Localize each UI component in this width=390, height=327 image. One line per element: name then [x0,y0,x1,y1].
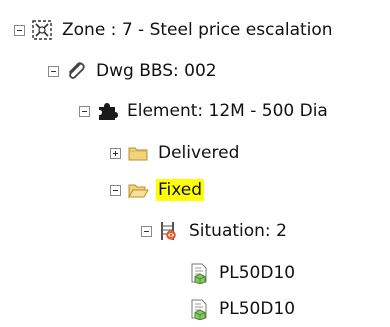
tree-node-fixed[interactable]: Fixed [110,175,205,205]
puzzle-icon [96,100,118,122]
tree-node-label: Dwg BBS: 002 [96,61,217,81]
tree-node-situation[interactable]: Situation: 2 [141,216,289,246]
tree-node-drawing[interactable]: Dwg BBS: 002 [48,56,219,86]
bar-item-icon [188,262,210,284]
collapse-toggle[interactable] [79,105,90,117]
tree-node-item[interactable]: PL50D10 [188,294,297,324]
bar-item-icon [188,298,210,320]
tree-node-label: Delivered [158,143,240,163]
collapse-toggle[interactable] [110,184,121,196]
folder-open-icon [127,179,149,201]
collapse-toggle[interactable] [14,24,25,36]
paperclip-icon [65,60,87,82]
tree-node-delivered[interactable]: Delivered [110,138,241,168]
zone-icon [31,19,53,41]
tree-view: Zone : 7 - Steel price escalation Dwg BB… [0,0,390,327]
tree-node-label: Situation: 2 [189,221,287,241]
folder-icon [127,142,149,164]
tree-node-label: PL50D10 [219,299,296,319]
tree-node-label: PL50D10 [219,263,296,283]
tree-node-label: Element: 12M - 500 Dia [127,101,328,121]
collapse-toggle[interactable] [141,225,152,237]
tree-node-zone[interactable]: Zone : 7 - Steel price escalation [14,15,335,45]
collapse-toggle[interactable] [48,65,59,77]
tree-node-label-highlighted: Fixed [156,179,205,201]
tree-node-label: Zone : 7 - Steel price escalation [62,20,333,40]
tree-node-element[interactable]: Element: 12M - 500 Dia [79,96,330,126]
situation-icon [158,220,180,242]
expand-toggle[interactable] [110,147,121,159]
tree-node-item[interactable]: PL50D10 [188,258,297,288]
